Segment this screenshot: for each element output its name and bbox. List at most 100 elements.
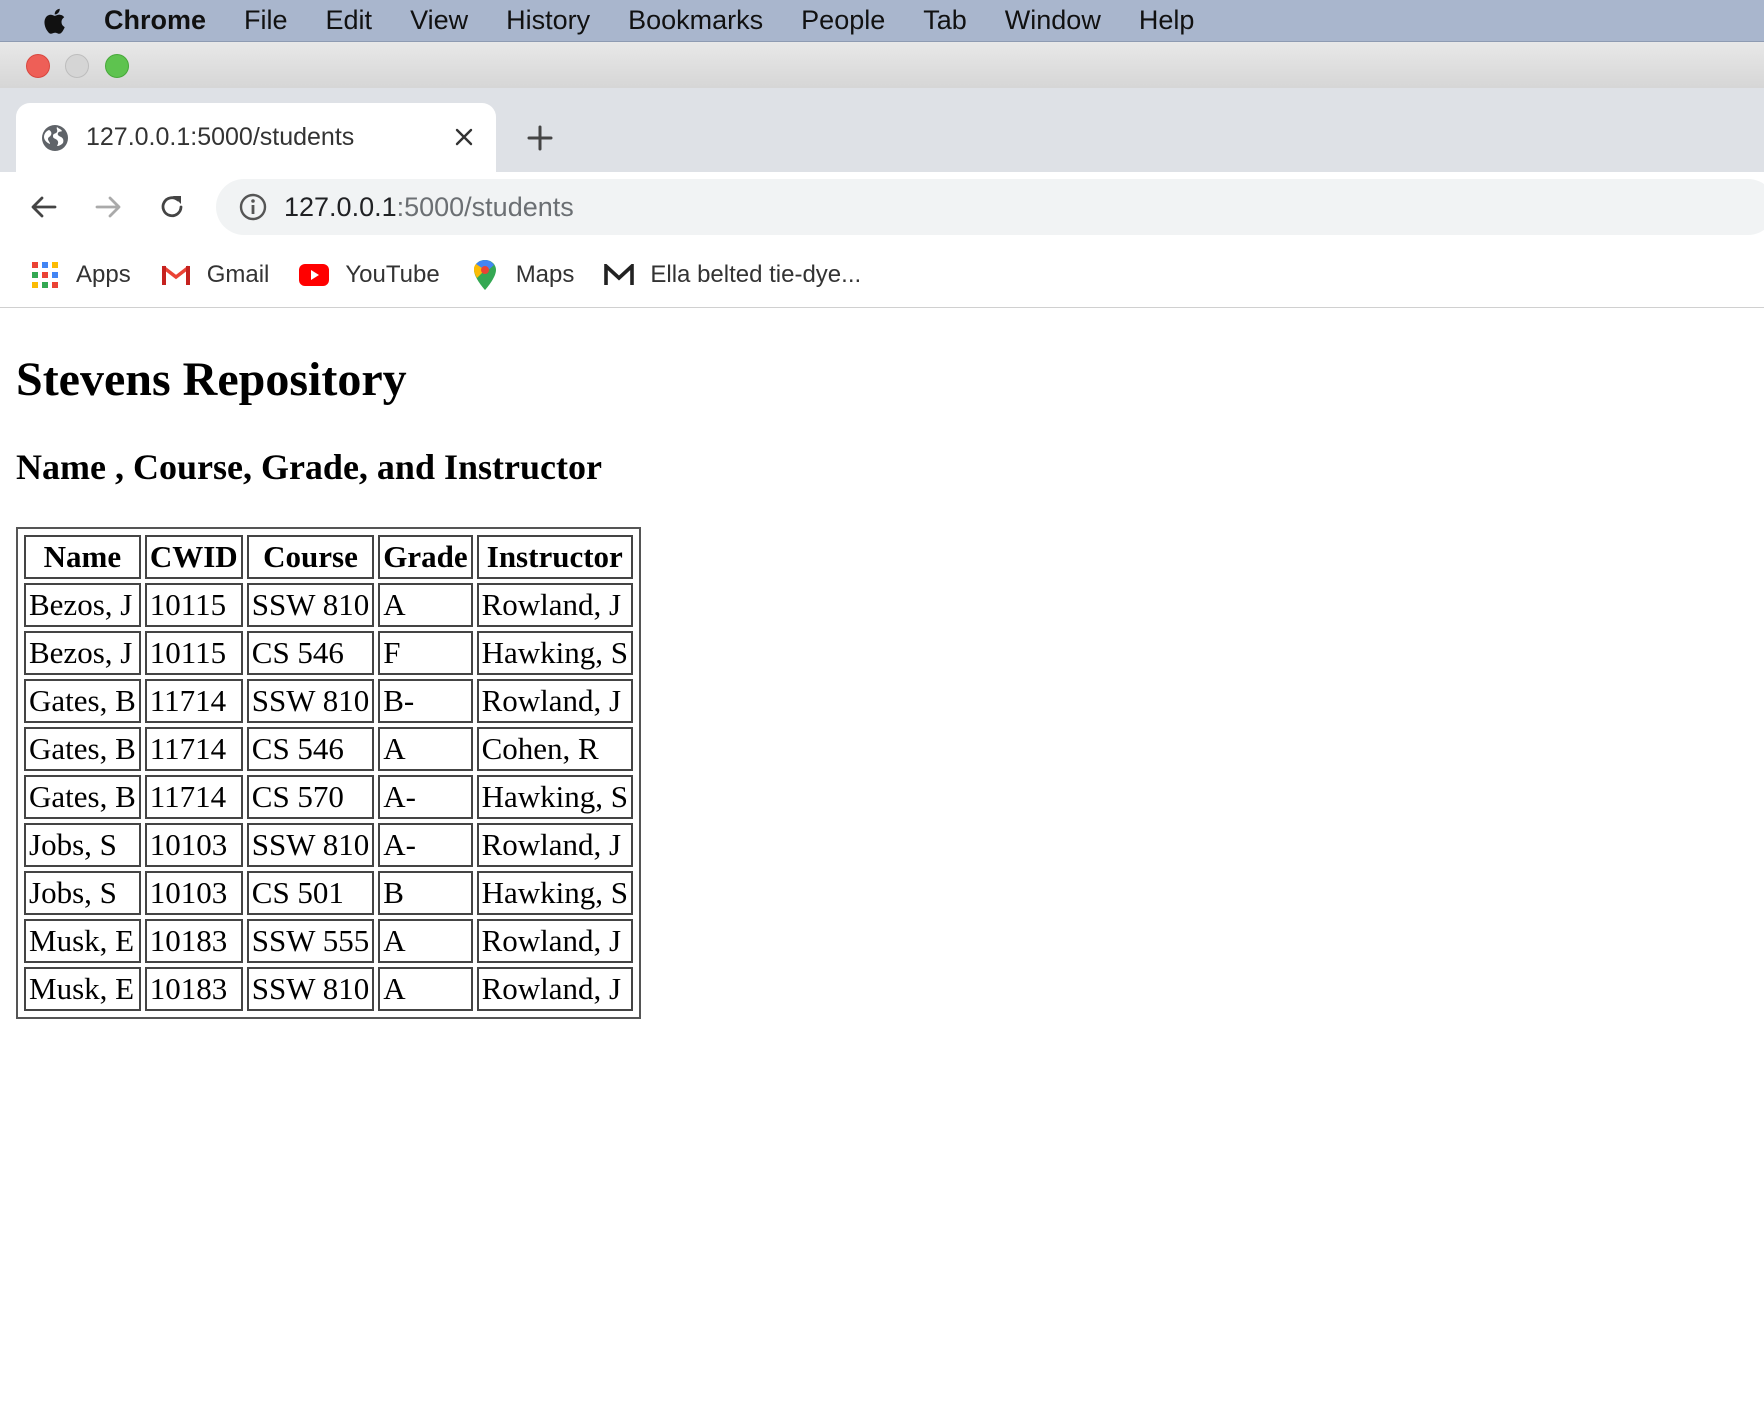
window-maximize-button[interactable] <box>105 54 129 78</box>
menu-tab[interactable]: Tab <box>923 5 967 36</box>
tab-students[interactable]: 127.0.0.1:5000/students <box>16 103 496 172</box>
cell-cwid: 11714 <box>144 775 243 819</box>
table-row: Jobs, S 10103 SSW 810 A- Rowland, J <box>24 823 633 867</box>
cell-instructor: Rowland, J <box>476 967 633 1011</box>
cell-name: Musk, E <box>24 919 141 963</box>
cell-instructor: Hawking, S <box>476 871 633 915</box>
cell-cwid: 11714 <box>144 679 243 723</box>
column-header-grade: Grade <box>378 535 473 579</box>
bookmark-maps[interactable]: Maps <box>470 259 575 290</box>
menu-file[interactable]: File <box>244 5 288 36</box>
cell-course: CS 570 <box>246 775 375 819</box>
page-title: Stevens Repository <box>16 353 407 406</box>
cell-course: SSW 810 <box>246 823 375 867</box>
cell-grade: A <box>378 919 473 963</box>
address-bar[interactable]: 127.0.0.1:5000/students <box>216 179 1764 235</box>
apple-logo-icon[interactable] <box>40 6 70 36</box>
cell-course: SSW 810 <box>246 967 375 1011</box>
column-header-cwid: CWID <box>144 535 243 579</box>
bookmarks-bar: Apps Gmail YouTube Maps Ella belted tie-… <box>0 242 1764 308</box>
cell-grade: A- <box>378 775 473 819</box>
cell-grade: A <box>378 727 473 771</box>
bookmark-apps[interactable]: Apps <box>30 260 131 290</box>
youtube-icon <box>299 260 330 290</box>
column-header-course: Course <box>246 535 375 579</box>
tab-close-icon[interactable] <box>448 121 480 153</box>
cell-cwid: 10115 <box>144 631 243 675</box>
cell-cwid: 10103 <box>144 823 243 867</box>
new-tab-plus-icon[interactable] <box>520 118 560 158</box>
bookmark-gmail[interactable]: Gmail <box>161 260 270 290</box>
cell-instructor: Rowland, J <box>476 823 633 867</box>
cell-cwid: 10115 <box>144 583 243 627</box>
table-row: Bezos, J 10115 SSW 810 A Rowland, J <box>24 583 633 627</box>
menu-view[interactable]: View <box>410 5 468 36</box>
cell-course: SSW 810 <box>246 583 375 627</box>
cell-instructor: Rowland, J <box>476 583 633 627</box>
cell-grade: B <box>378 871 473 915</box>
apps-grid-icon <box>30 260 60 290</box>
cell-course: CS 546 <box>246 631 375 675</box>
window-minimize-button[interactable] <box>65 54 89 78</box>
menu-people[interactable]: People <box>801 5 885 36</box>
table-row: Jobs, S 10103 CS 501 B Hawking, S <box>24 871 633 915</box>
menu-history[interactable]: History <box>506 5 590 36</box>
cell-cwid: 10183 <box>144 967 243 1011</box>
cell-name: Jobs, S <box>24 823 141 867</box>
maps-pin-icon <box>470 259 500 290</box>
bookmark-label: Apps <box>76 260 131 288</box>
menu-help[interactable]: Help <box>1139 5 1195 36</box>
macos-menu-bar: Chrome File Edit View History Bookmarks … <box>0 0 1764 42</box>
cell-name: Bezos, J <box>24 583 141 627</box>
cell-cwid: 10183 <box>144 919 243 963</box>
bookmark-ella-belted[interactable]: Ella belted tie-dye... <box>604 260 861 290</box>
cell-name: Jobs, S <box>24 871 141 915</box>
forward-arrow-icon[interactable] <box>88 187 128 227</box>
table-row: Musk, E 10183 SSW 555 A Rowland, J <box>24 919 633 963</box>
reload-icon[interactable] <box>152 187 192 227</box>
page-subtitle: Name , Course, Grade, and Instructor <box>16 447 602 487</box>
cell-grade: F <box>378 631 473 675</box>
tab-title: 127.0.0.1:5000/students <box>86 123 355 151</box>
browser-toolbar: 127.0.0.1:5000/students <box>0 172 1764 242</box>
cell-instructor: Rowland, J <box>476 919 633 963</box>
bookmark-label: Gmail <box>206 260 270 288</box>
back-arrow-icon[interactable] <box>24 187 64 227</box>
site-info-icon[interactable] <box>238 192 268 222</box>
cell-instructor: Hawking, S <box>476 631 633 675</box>
column-header-name: Name <box>24 535 141 579</box>
cell-name: Gates, B <box>24 679 141 723</box>
bookmark-youtube[interactable]: YouTube <box>299 260 440 290</box>
cell-instructor: Cohen, R <box>476 727 633 771</box>
menu-app-chrome[interactable]: Chrome <box>104 5 206 36</box>
menu-window[interactable]: Window <box>1005 5 1101 36</box>
cell-name: Bezos, J <box>24 631 141 675</box>
window-title-bar <box>0 42 1764 89</box>
menu-bookmarks[interactable]: Bookmarks <box>628 5 763 36</box>
cell-course: SSW 810 <box>246 679 375 723</box>
window-close-button[interactable] <box>26 54 50 78</box>
page-content: Stevens Repository Name , Course, Grade,… <box>0 308 1764 1426</box>
column-header-instructor: Instructor <box>476 535 633 579</box>
table-row: Gates, B 11714 CS 546 A Cohen, R <box>24 727 633 771</box>
table-row: Musk, E 10183 SSW 810 A Rowland, J <box>24 967 633 1011</box>
url-text[interactable]: 127.0.0.1:5000/students <box>284 192 574 223</box>
cell-cwid: 11714 <box>144 727 243 771</box>
tab-strip: 127.0.0.1:5000/students <box>0 88 1764 172</box>
url-path: :5000/students <box>396 191 574 222</box>
table-row: Gates, B 11714 CS 570 A- Hawking, S <box>24 775 633 819</box>
m-logo-icon <box>604 260 635 290</box>
cell-instructor: Rowland, J <box>476 679 633 723</box>
cell-name: Gates, B <box>24 775 141 819</box>
table-row: Bezos, J 10115 CS 546 F Hawking, S <box>24 631 633 675</box>
globe-icon <box>42 124 68 151</box>
bookmark-label: Maps <box>515 260 575 288</box>
table-row: Gates, B 11714 SSW 810 B- Rowland, J <box>24 679 633 723</box>
cell-course: SSW 555 <box>246 919 375 963</box>
cell-name: Musk, E <box>24 967 141 1011</box>
cell-course: CS 501 <box>246 871 375 915</box>
bookmark-label: Ella belted tie-dye... <box>650 260 862 288</box>
cell-grade: A <box>378 967 473 1011</box>
menu-edit[interactable]: Edit <box>326 5 373 36</box>
cell-grade: B- <box>378 679 473 723</box>
